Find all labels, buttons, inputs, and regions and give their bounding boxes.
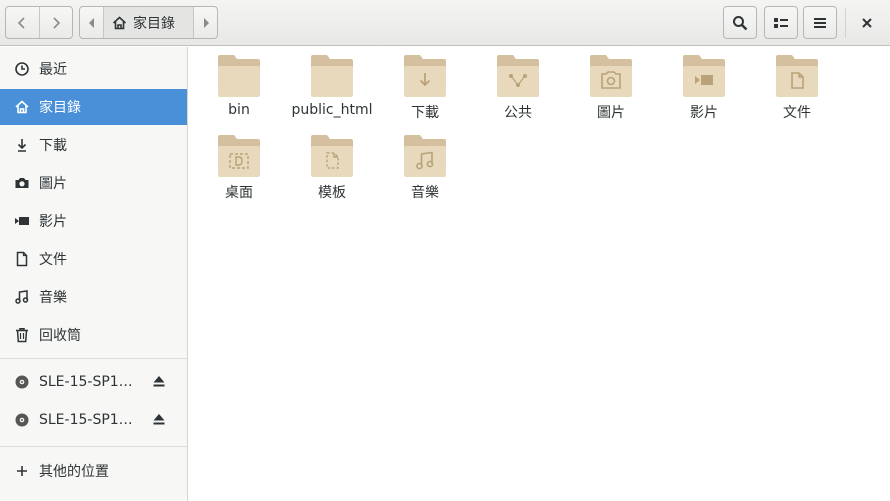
recent-clock-icon: [14, 61, 30, 77]
sidebar-item-label: 文件: [39, 252, 67, 268]
sidebar-item-music[interactable]: 音樂: [0, 279, 187, 315]
eject-button[interactable]: [152, 412, 166, 430]
back-button[interactable]: [6, 7, 39, 38]
folder-download-icon: [404, 55, 446, 97]
sidebar-item-label: 其他的位置: [39, 464, 109, 480]
folder-item-documents[interactable]: 文件: [752, 54, 842, 122]
sidebar-item-label: 回收筒: [39, 328, 81, 344]
music-icon: [14, 289, 30, 305]
sidebar-item-label: 音樂: [39, 290, 67, 306]
folder-label: bin: [228, 102, 250, 118]
eject-icon: [153, 376, 165, 387]
folder-icon: [311, 55, 353, 97]
navigation-buttons: [5, 6, 73, 39]
folder-item-videos[interactable]: 影片: [659, 54, 749, 122]
plus-icon: [14, 463, 30, 479]
folder-label: 圖片: [597, 105, 625, 121]
folder-label: public_html: [291, 102, 373, 118]
folder-item-downloads[interactable]: 下載: [380, 54, 470, 122]
eject-button[interactable]: [152, 374, 166, 392]
sidebar-item-documents[interactable]: 文件: [0, 241, 187, 277]
folder-item-pictures[interactable]: 圖片: [566, 54, 656, 122]
folder-item-bin[interactable]: bin: [194, 54, 284, 118]
disc-icon: [14, 374, 30, 390]
sidebar-item-pictures[interactable]: 圖片: [0, 165, 187, 201]
chevron-right-icon: [53, 16, 60, 29]
search-icon: [733, 15, 748, 30]
sidebar-item-device-1[interactable]: SLE-15-SP1…: [0, 364, 187, 400]
sidebar-separator: [0, 358, 187, 359]
download-icon: [14, 137, 30, 153]
folder-item-public-html[interactable]: public_html: [287, 54, 377, 118]
video-icon: [14, 213, 30, 229]
header-bar: 家目錄: [0, 0, 890, 46]
triangle-right-icon: [203, 17, 209, 28]
folder-label: 模板: [318, 185, 346, 201]
header-separator: [845, 8, 846, 38]
folder-item-desktop[interactable]: 桌面: [194, 134, 284, 202]
sidebar-item-device-2[interactable]: SLE-15-SP1…: [0, 402, 187, 438]
sidebar-item-label: 下載: [39, 138, 67, 154]
folder-desktop-icon: [218, 135, 260, 177]
home-icon: [14, 99, 30, 115]
folder-video-icon: [683, 55, 725, 97]
home-icon: [112, 15, 127, 29]
sidebar-item-videos[interactable]: 影片: [0, 203, 187, 239]
view-toggle-button[interactable]: [764, 6, 798, 39]
hamburger-menu-icon: [814, 17, 826, 28]
folder-icon: [218, 55, 260, 97]
disc-icon: [14, 412, 30, 428]
folder-share-icon: [497, 55, 539, 97]
sidebar-item-home[interactable]: 家目錄: [0, 89, 187, 125]
folder-document-icon: [776, 55, 818, 97]
sidebar-item-downloads[interactable]: 下載: [0, 127, 187, 163]
sidebar-item-label: 影片: [39, 214, 67, 230]
sidebar-item-label: SLE-15-SP1…: [39, 374, 133, 390]
path-bar: 家目錄: [79, 6, 218, 39]
folder-label: 桌面: [225, 185, 253, 201]
sidebar-item-label: 家目錄: [39, 100, 81, 116]
sidebar-item-recent[interactable]: 最近: [0, 51, 187, 87]
folder-label: 影片: [690, 105, 718, 121]
folder-item-public[interactable]: 公共: [473, 54, 563, 122]
path-scroll-right-button[interactable]: [193, 7, 217, 38]
folder-template-icon: [311, 135, 353, 177]
close-icon: [862, 18, 872, 28]
search-button[interactable]: [723, 6, 757, 39]
folder-music-icon: [404, 135, 446, 177]
close-window-button[interactable]: [852, 8, 882, 38]
sidebar-item-other-locations[interactable]: 其他的位置: [0, 453, 187, 489]
file-icon-view: bin public_html 下載 公共 圖片 影片 文件 桌面 模板 音樂: [189, 47, 890, 501]
folder-item-music[interactable]: 音樂: [380, 134, 470, 202]
sidebar: 最近 家目錄 下載 圖片 影片 文件 音樂 回收筒 SLE-15-SP1… SL…: [0, 47, 188, 501]
triangle-left-icon: [88, 17, 94, 28]
forward-button[interactable]: [38, 7, 73, 38]
folder-label: 文件: [783, 105, 811, 121]
folder-label: 音樂: [411, 185, 439, 201]
folder-item-templates[interactable]: 模板: [287, 134, 377, 202]
menu-button[interactable]: [803, 6, 837, 39]
eject-icon: [153, 414, 165, 425]
folder-camera-icon: [590, 55, 632, 97]
sidebar-item-label: 最近: [39, 62, 67, 78]
folder-label: 下載: [411, 105, 439, 121]
path-scroll-left-button[interactable]: [80, 7, 104, 38]
trash-icon: [14, 327, 30, 343]
chevron-left-icon: [18, 16, 25, 29]
list-view-icon: [774, 17, 788, 28]
sidebar-item-label: SLE-15-SP1…: [39, 412, 133, 428]
breadcrumb-label: 家目錄: [133, 15, 175, 32]
document-icon: [14, 251, 30, 267]
breadcrumb-home[interactable]: 家目錄: [104, 7, 193, 38]
sidebar-separator: [0, 446, 187, 447]
sidebar-item-label: 圖片: [39, 176, 67, 192]
sidebar-item-trash[interactable]: 回收筒: [0, 317, 187, 353]
folder-label: 公共: [504, 105, 532, 121]
camera-icon: [14, 175, 30, 191]
